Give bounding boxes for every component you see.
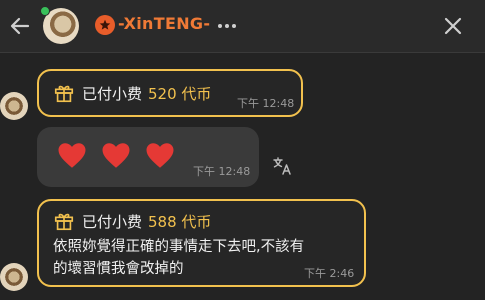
sender-avatar[interactable]: [0, 92, 28, 120]
translate-icon: [273, 157, 291, 175]
tip-amount: 520 代币: [148, 84, 212, 103]
message-time: 下午 12:48: [193, 165, 251, 178]
chat-header: -XinTENG-: [0, 0, 485, 53]
star-badge-icon: [95, 15, 115, 35]
back-button[interactable]: [8, 14, 32, 38]
translate-button[interactable]: [273, 157, 293, 175]
tip-row: 已付小费 588 代币: [53, 210, 211, 232]
contact-name[interactable]: -XinTENG-: [118, 14, 210, 33]
message-time: 下午 12:48: [237, 97, 295, 110]
hearts-message-bubble: 下午 12:48: [37, 127, 259, 187]
arrow-left-icon: [10, 17, 30, 35]
sender-avatar[interactable]: [0, 263, 28, 291]
tip-label: 已付小费: [82, 84, 143, 103]
gift-icon: [54, 213, 74, 231]
online-status-dot: [40, 6, 50, 16]
heart-emoji: [102, 143, 130, 168]
close-icon: [444, 17, 462, 35]
gift-icon: [54, 85, 74, 103]
tip-amount: 588 代币: [148, 212, 212, 231]
tip-message-bubble: 已付小费 520 代币 下午 12:48: [37, 69, 303, 117]
message-text-line: 依照妳覺得正確的事情走下去吧,不該有: [53, 239, 305, 255]
tip-label: 已付小费: [82, 212, 143, 231]
tip-message-bubble: 已付小费 588 代币 依照妳覺得正確的事情走下去吧,不該有 的壞習慣我會改掉的…: [37, 199, 366, 287]
more-button[interactable]: [215, 14, 239, 38]
tip-row: 已付小费 520 代币: [53, 82, 211, 104]
more-horizontal-icon: [218, 24, 236, 28]
heart-emoji: [58, 143, 86, 168]
close-button[interactable]: [441, 14, 465, 38]
heart-emoji: [146, 143, 174, 168]
message-time: 下午 2:46: [304, 267, 355, 280]
